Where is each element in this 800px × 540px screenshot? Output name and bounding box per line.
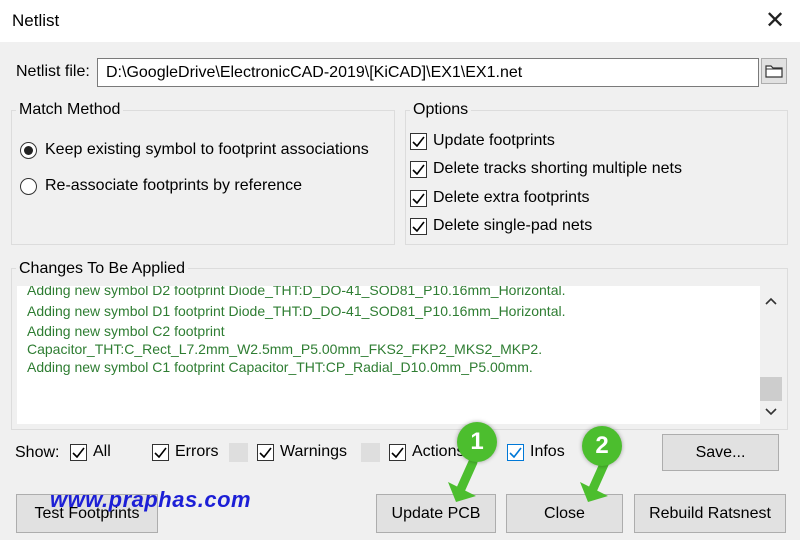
checkmark-icon: [72, 447, 85, 458]
filter-errors[interactable]: Errors: [152, 443, 219, 461]
window-title: Netlist: [12, 11, 60, 30]
checkmark-icon: [509, 447, 522, 458]
scroll-down-icon[interactable]: [764, 405, 778, 419]
checkbox-checked[interactable]: [152, 443, 169, 461]
checkmark-icon: [412, 221, 425, 232]
option-delete-shorting-tracks[interactable]: Delete tracks shorting multiple nets: [410, 160, 682, 178]
log-line: Capacitor_THT:C_Rect_L7.2mm_W2.5mm_P5.00…: [27, 341, 543, 357]
option-delete-extra-footprints[interactable]: Delete extra footprints: [410, 189, 590, 207]
arrow-icon: [448, 458, 478, 502]
log-line: Adding new symbol D1 footprint Diode_THT…: [27, 303, 566, 319]
close-window-icon[interactable]: ✕: [762, 8, 788, 34]
checkmark-icon: [391, 447, 404, 458]
checkbox-checked[interactable]: [257, 443, 274, 461]
step-badge-2: 2: [582, 426, 622, 466]
filter-infos-label: Infos: [530, 443, 565, 460]
option-delete-single-pad-nets-label: Delete single-pad nets: [433, 217, 593, 234]
watermark-text: www.praphas.com: [50, 487, 252, 512]
radio-keep-associations[interactable]: Keep existing symbol to footprint associ…: [20, 141, 388, 159]
netlist-file-input[interactable]: [97, 58, 759, 87]
folder-icon: [765, 65, 783, 78]
options-title: Options: [410, 101, 472, 119]
option-delete-shorting-tracks-label: Delete tracks shorting multiple nets: [433, 160, 682, 177]
browse-folder-button[interactable]: [761, 58, 787, 84]
option-update-footprints-label: Update footprints: [433, 132, 555, 149]
radio-keep-associations-label: Keep existing symbol to footprint associ…: [45, 141, 369, 158]
checkmark-icon: [412, 136, 425, 147]
save-report-button[interactable]: Save...: [662, 434, 779, 471]
filter-errors-label: Errors: [175, 443, 219, 460]
scroll-thumb[interactable]: [760, 377, 782, 401]
errors-color-swatch: [229, 443, 248, 462]
option-delete-extra-footprints-label: Delete extra footprints: [433, 189, 590, 206]
checkmark-icon: [412, 193, 425, 204]
scroll-up-icon[interactable]: [764, 294, 778, 308]
checkmark-icon: [154, 447, 167, 458]
checkmark-icon: [412, 164, 425, 175]
checkbox-checked[interactable]: [410, 132, 427, 150]
filter-infos[interactable]: Infos: [507, 443, 565, 461]
radio-reassociate[interactable]: Re-associate footprints by reference: [20, 177, 388, 195]
checkbox-checked[interactable]: [410, 217, 427, 235]
log-line: Adding new symbol C2 footprint: [27, 323, 225, 339]
log-line: Adding new symbol D2 footprint Diode_THT…: [27, 286, 566, 298]
option-delete-single-pad-nets[interactable]: Delete single-pad nets: [410, 217, 592, 235]
checkbox-checked[interactable]: [410, 189, 427, 207]
checkmark-icon: [259, 447, 272, 458]
changes-scrollbar[interactable]: [760, 286, 787, 424]
log-line: Adding new symbol C1 footprint Capacitor…: [27, 359, 533, 375]
checkbox-checked[interactable]: [507, 443, 524, 461]
changes-log[interactable]: Adding new symbol D2 footprint Diode_THT…: [17, 286, 787, 424]
match-method-title: Match Method: [16, 101, 124, 119]
filter-all[interactable]: All: [70, 443, 111, 461]
radio-reassociate-label: Re-associate footprints by reference: [45, 177, 303, 194]
checkbox-checked[interactable]: [389, 443, 406, 461]
filter-all-label: All: [93, 443, 111, 460]
show-filter-label: Show:: [15, 444, 60, 461]
radio-button-selected[interactable]: [20, 141, 37, 159]
checkbox-checked[interactable]: [70, 443, 87, 461]
filter-warnings-label: Warnings: [280, 443, 347, 460]
rebuild-ratsnest-button[interactable]: Rebuild Ratsnest: [634, 494, 786, 533]
netlist-file-label: Netlist file:: [16, 63, 90, 80]
title-bar: Netlist ✕: [0, 0, 800, 42]
option-update-footprints[interactable]: Update footprints: [410, 132, 555, 150]
changes-title: Changes To Be Applied: [16, 260, 189, 278]
filter-warnings[interactable]: Warnings: [257, 443, 347, 461]
checkbox-checked[interactable]: [410, 160, 427, 178]
warnings-color-swatch: [361, 443, 380, 462]
step-badge-1: 1: [457, 422, 497, 462]
radio-button[interactable]: [20, 177, 37, 195]
